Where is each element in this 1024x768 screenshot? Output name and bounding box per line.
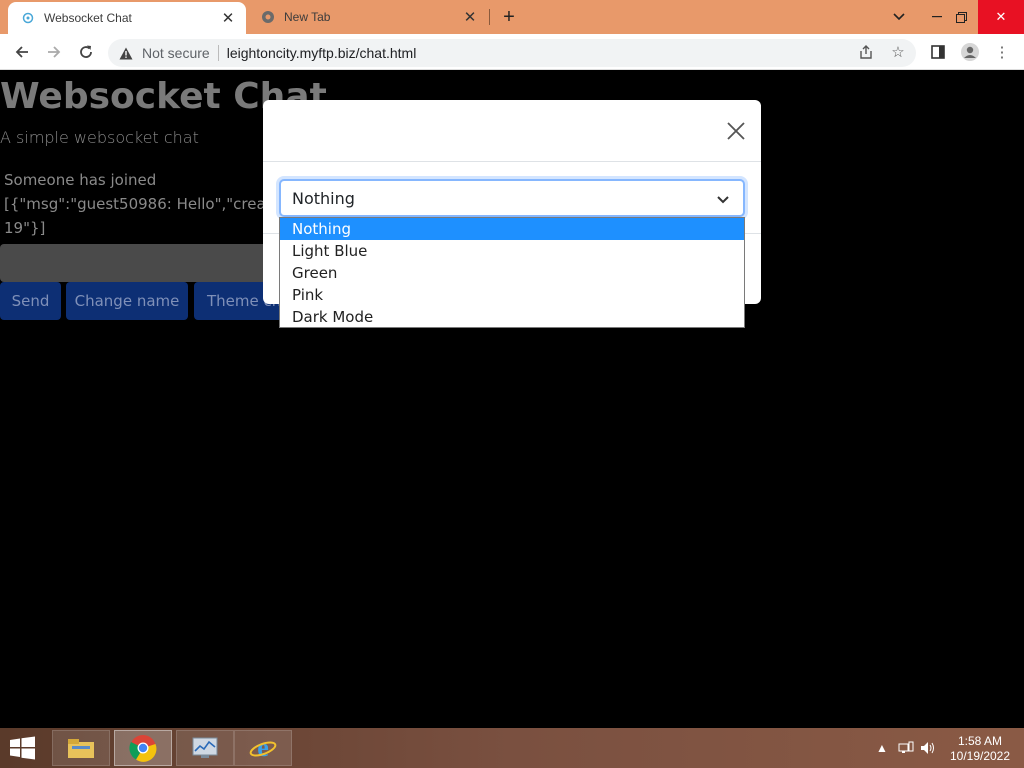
tab-close-icon[interactable]: ✕ bbox=[460, 7, 480, 27]
restore-icon[interactable] bbox=[944, 0, 978, 34]
svg-text:e: e bbox=[257, 734, 269, 762]
change-name-button[interactable]: Change name bbox=[66, 282, 188, 320]
tab-search-chevron-icon[interactable] bbox=[882, 0, 916, 34]
omnibox-divider bbox=[217, 45, 219, 61]
send-button[interactable]: Send bbox=[0, 282, 61, 320]
chrome-taskbar-icon[interactable] bbox=[114, 730, 172, 766]
back-icon[interactable] bbox=[10, 40, 34, 64]
tab-websocket-chat[interactable]: Websocket Chat ✕ bbox=[8, 2, 246, 34]
tab-title: Websocket Chat bbox=[44, 11, 132, 25]
browser-toolbar: Not secure leightoncity.myftp.biz/chat.h… bbox=[0, 34, 1024, 70]
tab-close-icon[interactable]: ✕ bbox=[218, 8, 238, 28]
theme-option-green[interactable]: Green bbox=[280, 262, 744, 284]
modal-header bbox=[263, 100, 761, 162]
task-manager-icon[interactable] bbox=[176, 730, 234, 766]
theme-option-nothing[interactable]: Nothing bbox=[280, 218, 744, 240]
url-text[interactable]: leightoncity.myftp.biz/chat.html bbox=[227, 45, 417, 61]
chat-message: [{"msg":"guest50986: Hello","created" bbox=[4, 195, 298, 213]
theme-dropdown-list: Nothing Light Blue Green Pink Dark Mode bbox=[279, 217, 745, 328]
globe-icon bbox=[20, 10, 36, 26]
tab-strip: Websocket Chat ✕ New Tab ✕ + ✕ bbox=[0, 0, 1024, 34]
show-hidden-icons-icon[interactable]: ▲ bbox=[874, 740, 890, 756]
internet-explorer-icon[interactable]: e bbox=[234, 730, 292, 766]
profile-avatar-icon[interactable] bbox=[958, 40, 982, 64]
volume-icon[interactable] bbox=[920, 740, 936, 756]
chat-message: 19"}] bbox=[4, 219, 46, 237]
security-label[interactable]: Not secure bbox=[142, 45, 210, 61]
tab-title: New Tab bbox=[284, 10, 331, 24]
side-panel-icon[interactable] bbox=[926, 40, 950, 64]
new-tab-icon[interactable]: + bbox=[498, 6, 520, 28]
address-bar[interactable]: Not secure leightoncity.myftp.biz/chat.h… bbox=[108, 39, 916, 67]
clock-time: 1:58 AM bbox=[957, 734, 1003, 748]
warning-icon[interactable] bbox=[118, 45, 134, 61]
theme-select[interactable]: Nothing bbox=[279, 179, 745, 217]
theme-select-value: Nothing bbox=[292, 188, 355, 208]
tab-new-tab[interactable]: New Tab ✕ bbox=[248, 0, 488, 34]
chrome-icon bbox=[260, 9, 276, 25]
forward-icon[interactable] bbox=[42, 40, 66, 64]
chat-message: Someone has joined bbox=[4, 171, 157, 189]
windows-taskbar: e ▲ 1:58 AM 10/19/2022 bbox=[0, 728, 1024, 768]
clock-date: 10/19/2022 bbox=[949, 749, 1011, 763]
bookmark-star-icon[interactable]: ☆ bbox=[886, 40, 910, 64]
file-explorer-icon[interactable] bbox=[52, 730, 110, 766]
menu-kebab-icon[interactable]: ⋮ bbox=[990, 40, 1014, 64]
network-icon[interactable] bbox=[898, 740, 914, 756]
windows-start-icon[interactable] bbox=[8, 736, 38, 760]
chevron-down-icon bbox=[717, 196, 729, 204]
theme-option-dark-mode[interactable]: Dark Mode bbox=[280, 306, 744, 328]
system-clock[interactable]: 1:58 AM 10/19/2022 bbox=[944, 734, 1016, 764]
reload-icon[interactable] bbox=[74, 40, 98, 64]
theme-option-light-blue[interactable]: Light Blue bbox=[280, 240, 744, 262]
modal-close-icon[interactable] bbox=[723, 118, 749, 144]
theme-option-pink[interactable]: Pink bbox=[280, 284, 744, 306]
page-subtitle: A simple websocket chat bbox=[0, 128, 199, 147]
tab-divider bbox=[489, 9, 490, 25]
share-icon[interactable] bbox=[854, 40, 878, 64]
window-close-icon[interactable]: ✕ bbox=[978, 0, 1024, 34]
message-input[interactable] bbox=[0, 244, 300, 282]
